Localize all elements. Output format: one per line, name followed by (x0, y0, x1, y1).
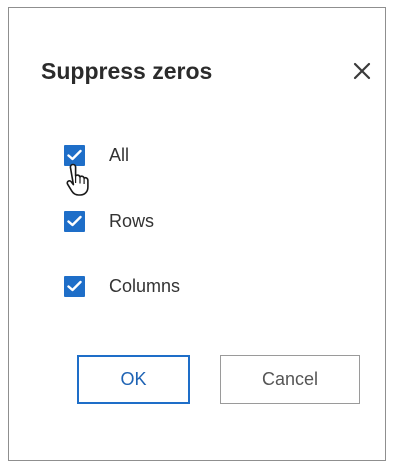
option-all-label: All (109, 145, 130, 165)
cancel-button[interactable]: Cancel (220, 355, 360, 404)
close-button[interactable] (349, 58, 375, 84)
rows-checkbox[interactable] (64, 210, 85, 232)
option-rows-label: Rows (109, 211, 155, 231)
checkmark-icon (67, 280, 82, 292)
option-columns-label: Columns (109, 276, 181, 296)
option-columns[interactable]: Columns (64, 274, 180, 298)
option-all[interactable]: All (64, 143, 129, 167)
dialog-title: Suppress zeros (41, 58, 213, 84)
checkmark-icon (67, 149, 82, 161)
suppress-zeros-dialog: Suppress zeros All Rows Columns OK Cance… (8, 7, 386, 461)
checkmark-icon (67, 215, 82, 227)
close-icon (353, 62, 371, 80)
ok-button[interactable]: OK (77, 355, 190, 404)
all-checkbox[interactable] (64, 144, 85, 166)
columns-checkbox[interactable] (64, 275, 85, 297)
option-rows[interactable]: Rows (64, 209, 154, 233)
